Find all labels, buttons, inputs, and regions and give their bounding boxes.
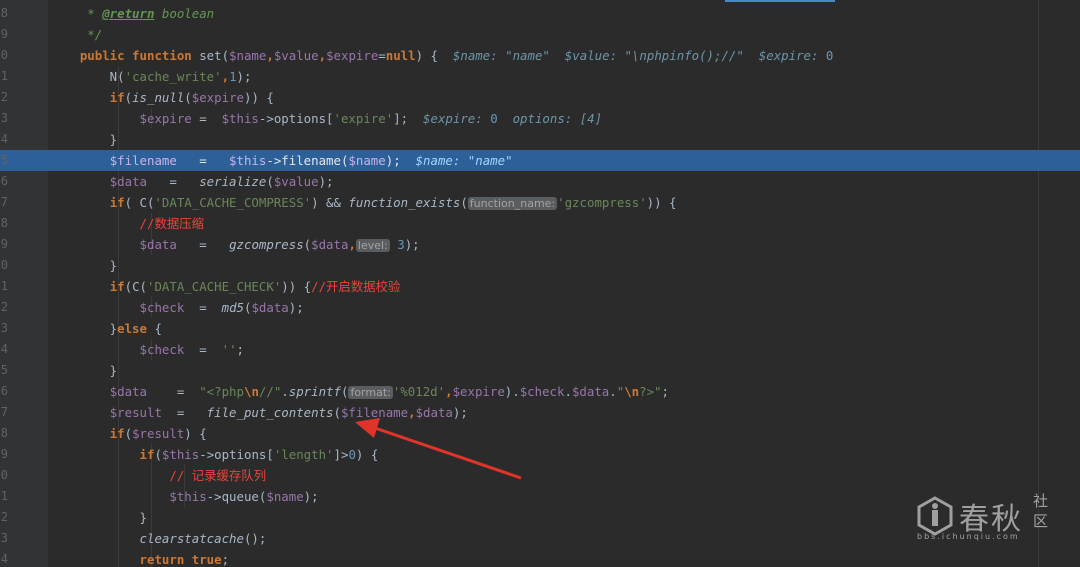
watermark-url: bbs.ichunqiu.com (917, 532, 1020, 541)
arrow-head (355, 418, 380, 438)
watermark-suffix-bottom: 区 (1033, 512, 1049, 530)
watermark-suffix-top: 社 (1033, 492, 1049, 510)
code-editor[interactable]: 890123456789012345678901234 * @return bo… (0, 0, 1080, 567)
ichunqiu-logo-icon (917, 496, 953, 536)
red-arrow-annotation (355, 418, 522, 480)
watermark: 春秋 社 区 bbs.ichunqiu.com (915, 488, 1065, 548)
arrow-shaft (371, 425, 522, 480)
